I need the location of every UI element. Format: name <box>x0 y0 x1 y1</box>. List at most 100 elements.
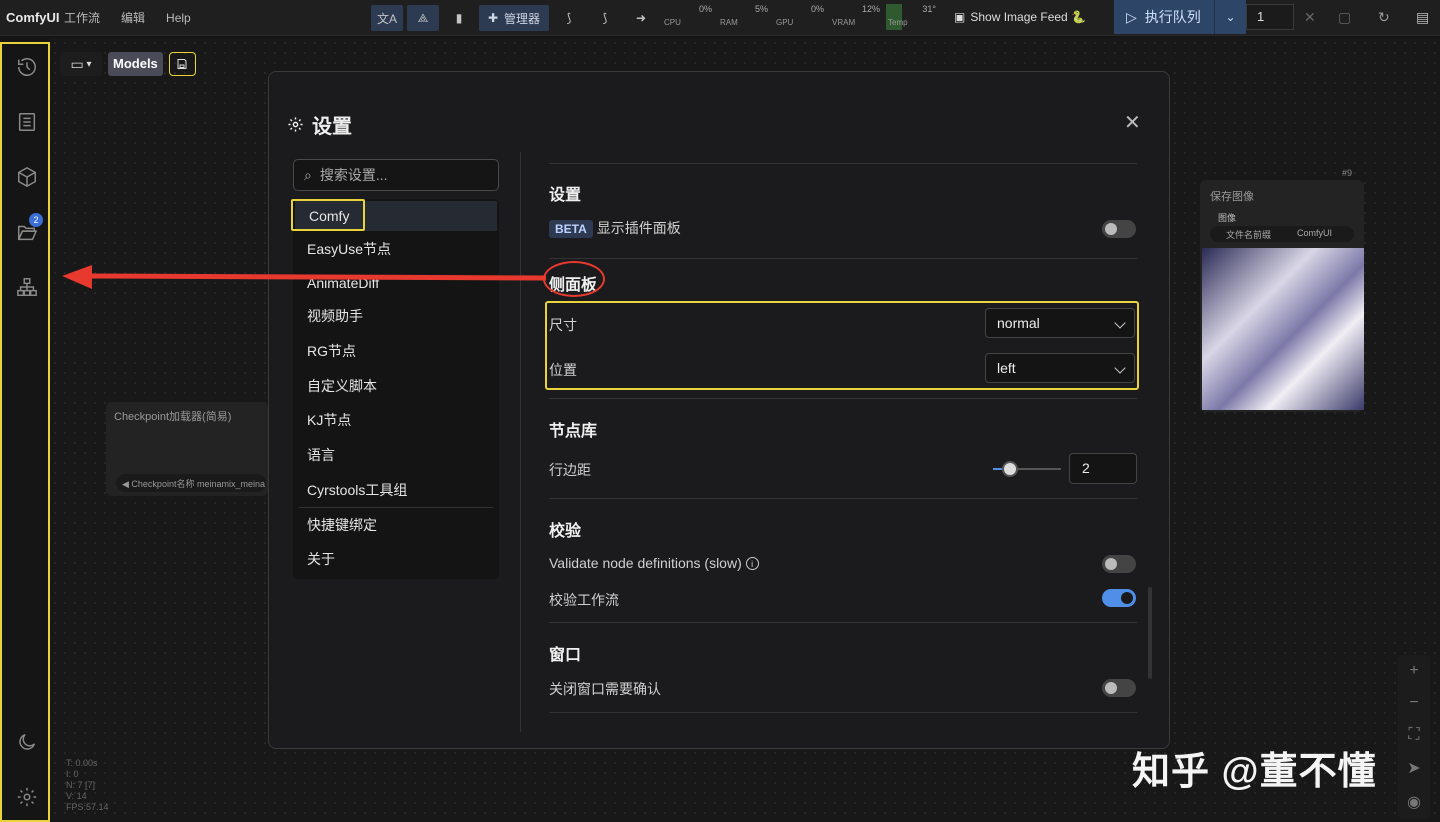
divider <box>549 712 1137 713</box>
category-language[interactable]: 语言 <box>293 440 499 470</box>
save-image-node[interactable]: 保存图像 #9 图像 文件名前缀 ComfyUI <box>1200 168 1364 412</box>
run-queue-label: 执行队列 <box>1144 9 1201 25</box>
fit-view-icon[interactable]: ⛶ <box>1408 726 1419 744</box>
section-validation-title: 校验 <box>549 523 582 540</box>
checkpoint-name-field[interactable]: ◀ Checkpoint名称 meinamix_meina <box>116 474 266 492</box>
queue-list-icon[interactable] <box>14 109 40 135</box>
category-keybindings[interactable]: 快捷键绑定 <box>293 510 499 540</box>
validate-defs-toggle[interactable] <box>1102 555 1136 573</box>
gear-icon[interactable] <box>14 784 40 810</box>
category-kj-nodes[interactable]: KJ节点 <box>293 405 499 435</box>
vram-meter: 12% VRAM <box>832 4 880 27</box>
validate-workflow-toggle[interactable] <box>1102 589 1136 607</box>
pointer-icon[interactable]: ➤ <box>1407 758 1420 778</box>
zoom-out-icon[interactable]: − <box>1409 694 1418 712</box>
node-title: 保存图像 <box>1210 191 1254 203</box>
dialog-title-text: 设置 <box>312 116 352 138</box>
ram-meter: 5% RAM <box>720 4 768 27</box>
panel-icon[interactable]: ▤ <box>1416 9 1429 26</box>
checkpoint-loader-node[interactable]: Checkpoint加载器(简易) ◀ Checkpoint名称 meinami… <box>106 402 268 496</box>
tool-a-icon[interactable]: ⟆ <box>553 5 585 31</box>
image-icon: ▣ <box>954 10 966 24</box>
queue-count-input[interactable]: 1 <box>1246 4 1294 30</box>
validate-workflow-label: 校验工作流 <box>549 592 619 608</box>
manager-button[interactable]: ✚ 管理器 <box>479 5 549 31</box>
folder-dropdown-button[interactable]: ▭ ▾ <box>60 52 102 76</box>
models-tab[interactable]: Models <box>108 52 163 76</box>
chevron-down-icon <box>1114 317 1126 329</box>
sidebar-position-value: left <box>997 360 1016 376</box>
plugin-panel-toggle[interactable] <box>1102 220 1136 238</box>
preview-image <box>1202 248 1364 410</box>
stat-line: T: 0.00s <box>66 758 98 768</box>
confirm-close-toggle[interactable] <box>1102 679 1136 697</box>
vram-value: 12% <box>861 4 880 14</box>
save-icon[interactable] <box>168 52 196 76</box>
sidebar-position-select[interactable]: left <box>985 353 1135 383</box>
menu-help[interactable]: Help <box>166 11 191 25</box>
chevron-down-icon[interactable]: ⌄ <box>1214 0 1246 34</box>
share-icon[interactable]: ➜ <box>625 5 657 31</box>
scrollbar[interactable] <box>1148 587 1152 679</box>
plugin-panel-row: BETA 显示插件面板 <box>549 218 681 238</box>
history-icon[interactable] <box>14 54 40 80</box>
beta-badge: BETA <box>549 220 593 238</box>
menu-workflow[interactable]: 工作流 <box>64 9 100 26</box>
left-sidebar: 2 <box>0 42 50 822</box>
divider <box>549 622 1137 623</box>
close-icon[interactable]: ✕ <box>1304 9 1316 26</box>
plugin-panel-label: 显示插件面板 <box>596 220 681 236</box>
cpu-meter: 0% CPU <box>664 4 712 27</box>
chevron-down-icon <box>1114 362 1126 374</box>
node-input-label: 图像 <box>1218 213 1237 223</box>
cube-icon[interactable] <box>14 164 40 190</box>
divider <box>549 498 1137 499</box>
category-easyuse[interactable]: EasyUse节点 <box>293 234 499 264</box>
divider <box>549 398 1137 399</box>
refresh-icon[interactable]: ↻ <box>1378 9 1390 26</box>
bookmark-icon[interactable]: ▮ <box>443 5 475 31</box>
sidebar-size-value: normal <box>997 315 1040 331</box>
folder-badge: 2 <box>29 213 43 227</box>
cpu-value: 0% <box>698 4 712 14</box>
stop-icon[interactable]: ▢ <box>1338 9 1351 26</box>
manager-label: 管理器 <box>504 11 541 26</box>
gpu-meter: 0% GPU <box>776 4 824 27</box>
node-icon[interactable]: ⟁ <box>407 5 439 31</box>
info-icon: i <box>745 557 759 570</box>
section-node-library-title: 节点库 <box>549 423 598 440</box>
settings-search-input[interactable]: ⌕ 搜索设置... <box>293 159 499 191</box>
category-rg-nodes[interactable]: RG节点 <box>293 336 499 366</box>
filename-prefix-label: 文件名前缀 <box>1226 230 1272 240</box>
divider <box>549 258 1137 259</box>
category-custom-scripts[interactable]: 自定义脚本 <box>293 371 499 401</box>
filename-prefix-value[interactable]: ComfyUI <box>1297 228 1332 238</box>
sidebar-size-select[interactable]: normal <box>985 308 1135 338</box>
node-tree-icon[interactable] <box>14 274 40 300</box>
app-logo: ComfyUI <box>6 10 60 25</box>
moon-icon[interactable] <box>14 729 40 755</box>
folder-open-icon[interactable]: 2 <box>14 213 43 245</box>
row-spacing-label: 行边距 <box>549 462 591 478</box>
annotation-arrow <box>62 265 547 289</box>
section-settings-title: 设置 <box>549 187 582 204</box>
tool-b-icon[interactable]: ⟆ <box>589 5 621 31</box>
translate-icon[interactable]: 文A <box>371 5 403 31</box>
divider <box>549 163 1137 164</box>
eye-icon[interactable]: ◉ <box>1407 792 1421 812</box>
row-spacing-slider-handle[interactable] <box>1002 461 1018 477</box>
menu-edit[interactable]: 编辑 <box>121 9 145 26</box>
validate-defs-label: Validate node definitions (slow) <box>549 555 742 571</box>
category-about[interactable]: 关于 <box>293 544 499 574</box>
render-stats: T: 0.00s I: 0 N: 7 [7] V: 14 FPS:57.14 <box>66 758 109 813</box>
workspace-toolbar: ▭ ▾ Models <box>60 52 196 76</box>
category-video-helper[interactable]: 视频助手 <box>293 301 499 331</box>
category-cyrstools[interactable]: Cyrstools工具组 <box>293 475 499 505</box>
temp-value: 31° <box>922 4 936 14</box>
row-spacing-input[interactable]: 2 <box>1069 453 1137 484</box>
search-icon: ⌕ <box>304 166 312 183</box>
play-icon: ▷ <box>1126 8 1137 25</box>
settings-category-list: Comfy EasyUse节点 AnimateDiff 视频助手 RG节点 自定… <box>291 199 499 579</box>
zoom-in-icon[interactable]: + <box>1409 662 1418 680</box>
show-image-feed-button[interactable]: ▣ Show Image Feed 🐍 <box>954 10 1086 24</box>
